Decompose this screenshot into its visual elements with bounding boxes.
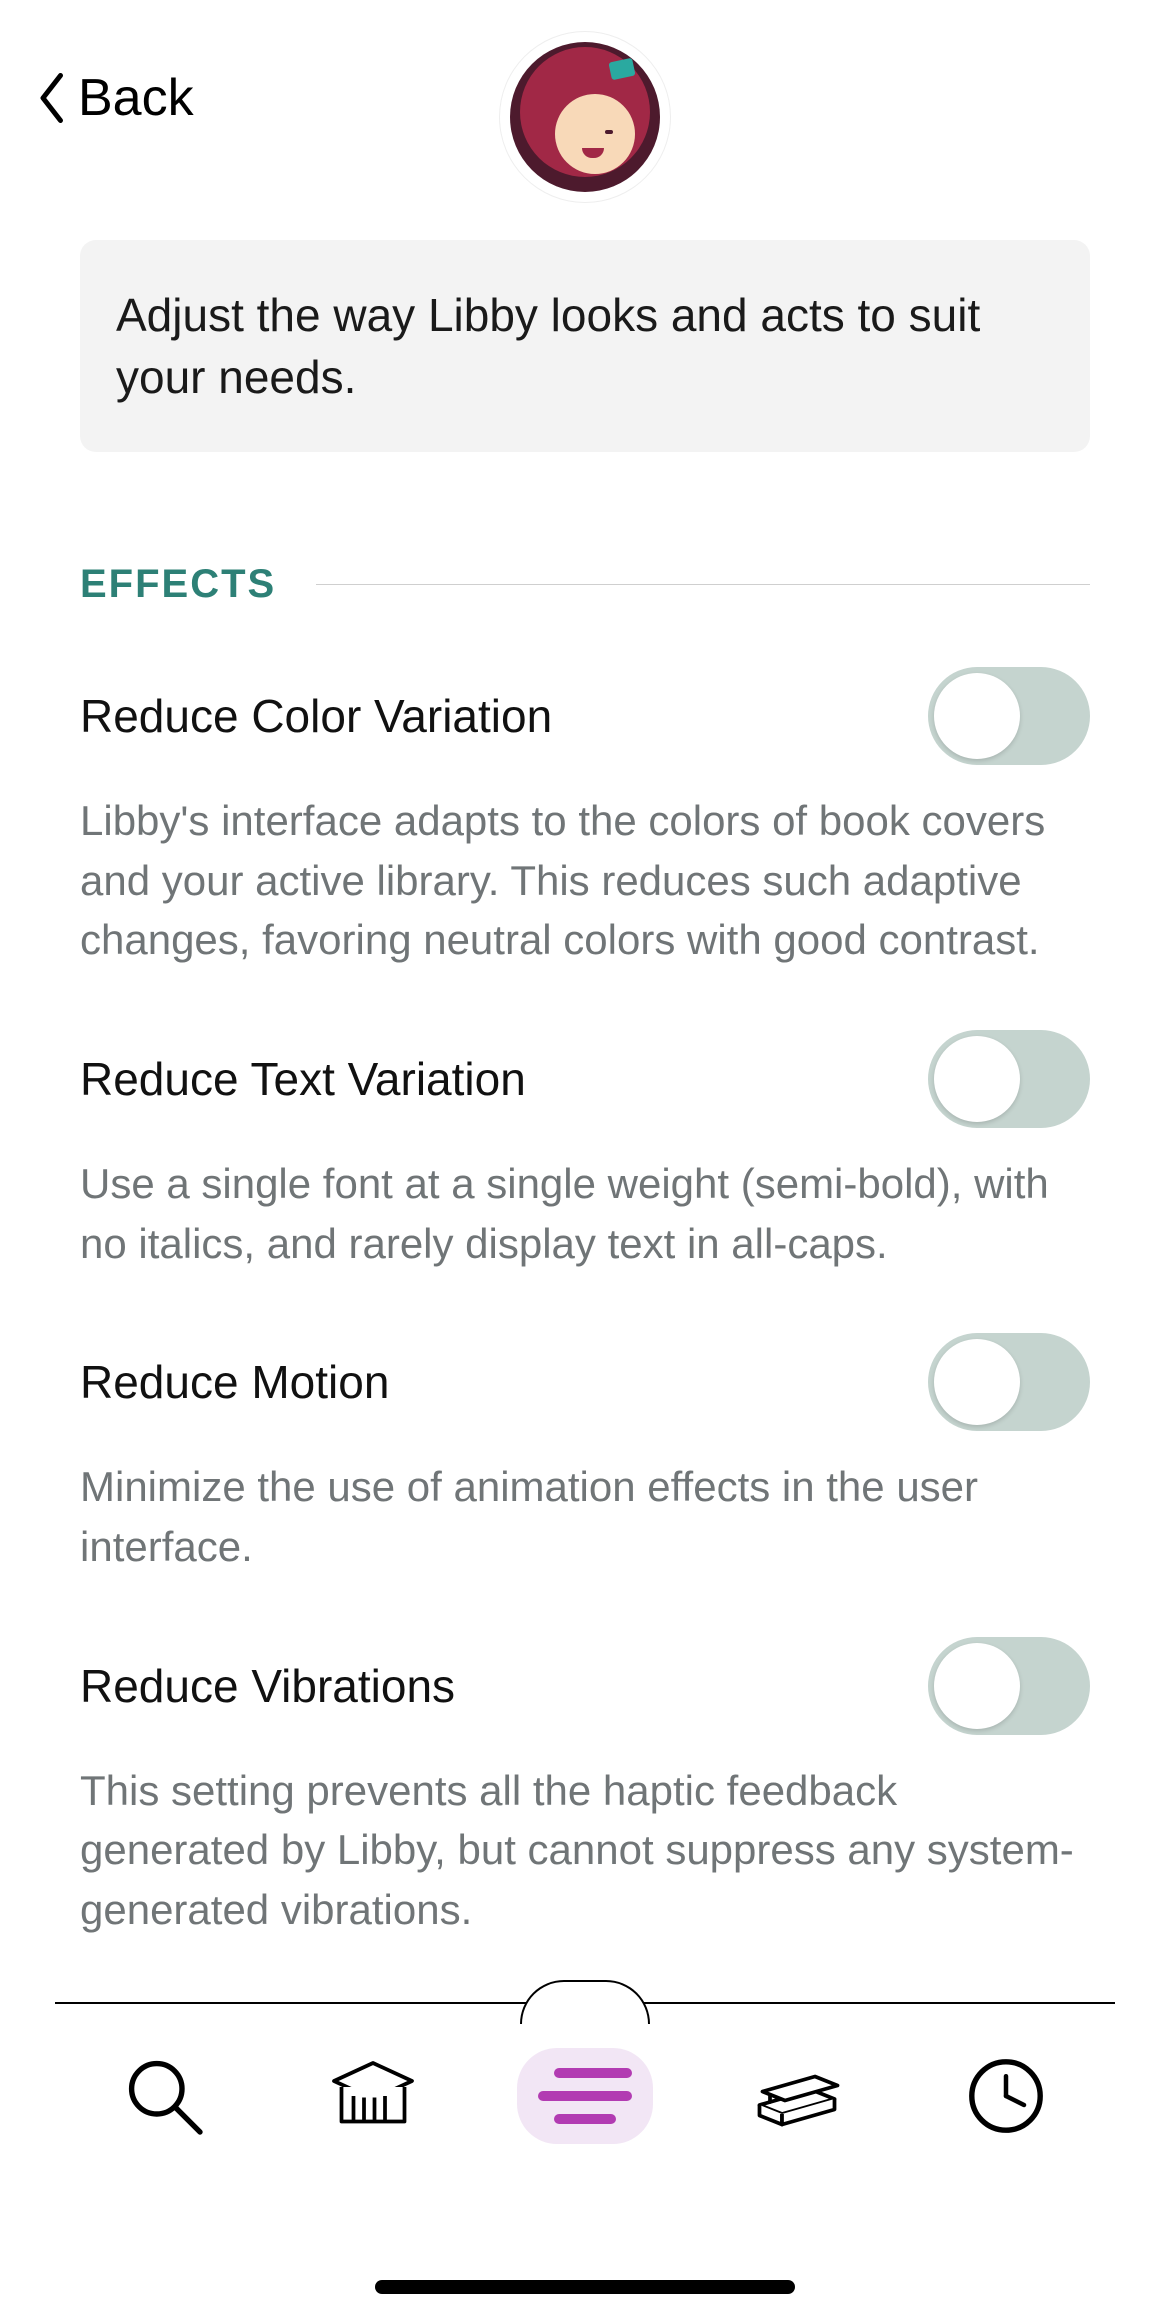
setting-description: This setting prevents all the haptic fee… bbox=[80, 1761, 1090, 1940]
setting-reduce-color-variation: Reduce Color Variation Libby's interface… bbox=[80, 667, 1090, 970]
nav-bump bbox=[520, 1980, 650, 2024]
toggle-reduce-vibrations[interactable] bbox=[928, 1637, 1090, 1735]
setting-row: Reduce Color Variation bbox=[80, 667, 1090, 765]
header: Back bbox=[0, 0, 1170, 200]
toggle-knob bbox=[934, 1339, 1020, 1425]
nav-shelf[interactable] bbox=[732, 2036, 862, 2156]
nav-items bbox=[0, 2036, 1170, 2156]
section-header: EFFECTS bbox=[80, 562, 1090, 607]
setting-row: Reduce Text Variation bbox=[80, 1030, 1090, 1128]
libby-avatar-icon bbox=[510, 42, 660, 192]
setting-description: Libby's interface adapts to the colors o… bbox=[80, 791, 1090, 970]
books-stack-icon bbox=[752, 2051, 842, 2141]
setting-label: Reduce Vibrations bbox=[80, 1659, 455, 1713]
effects-section: EFFECTS Reduce Color Variation Libby's i… bbox=[80, 562, 1090, 1939]
menu-icon bbox=[535, 2056, 635, 2136]
nav-library[interactable] bbox=[308, 2036, 438, 2156]
home-indicator bbox=[375, 2280, 795, 2294]
app-avatar[interactable] bbox=[500, 32, 670, 202]
toggle-reduce-motion[interactable] bbox=[928, 1333, 1090, 1431]
setting-label: Reduce Motion bbox=[80, 1355, 389, 1409]
setting-description: Minimize the use of animation effects in… bbox=[80, 1457, 1090, 1576]
nav-timeline[interactable] bbox=[941, 2036, 1071, 2156]
section-title: EFFECTS bbox=[80, 562, 276, 607]
toggle-reduce-color-variation[interactable] bbox=[928, 667, 1090, 765]
nav-search[interactable] bbox=[99, 2036, 229, 2156]
setting-reduce-text-variation: Reduce Text Variation Use a single font … bbox=[80, 1030, 1090, 1273]
toggle-knob bbox=[934, 673, 1020, 759]
setting-reduce-motion: Reduce Motion Minimize the use of animat… bbox=[80, 1333, 1090, 1576]
setting-description: Use a single font at a single weight (se… bbox=[80, 1154, 1090, 1273]
setting-label: Reduce Text Variation bbox=[80, 1052, 526, 1106]
toggle-knob bbox=[934, 1036, 1020, 1122]
setting-row: Reduce Vibrations bbox=[80, 1637, 1090, 1735]
toggle-knob bbox=[934, 1643, 1020, 1729]
intro-text: Adjust the way Libby looks and acts to s… bbox=[116, 289, 980, 403]
bottom-nav bbox=[0, 2002, 1170, 2322]
chevron-left-icon bbox=[38, 73, 68, 123]
back-button[interactable]: Back bbox=[38, 68, 194, 128]
nav-menu[interactable] bbox=[517, 2048, 653, 2144]
library-icon bbox=[328, 2051, 418, 2141]
back-label: Back bbox=[78, 68, 194, 128]
search-icon bbox=[119, 2051, 209, 2141]
clock-icon bbox=[961, 2051, 1051, 2141]
toggle-reduce-text-variation[interactable] bbox=[928, 1030, 1090, 1128]
setting-reduce-vibrations: Reduce Vibrations This setting prevents … bbox=[80, 1637, 1090, 1940]
setting-label: Reduce Color Variation bbox=[80, 689, 552, 743]
setting-row: Reduce Motion bbox=[80, 1333, 1090, 1431]
section-rule bbox=[316, 584, 1090, 585]
intro-card: Adjust the way Libby looks and acts to s… bbox=[80, 240, 1090, 452]
